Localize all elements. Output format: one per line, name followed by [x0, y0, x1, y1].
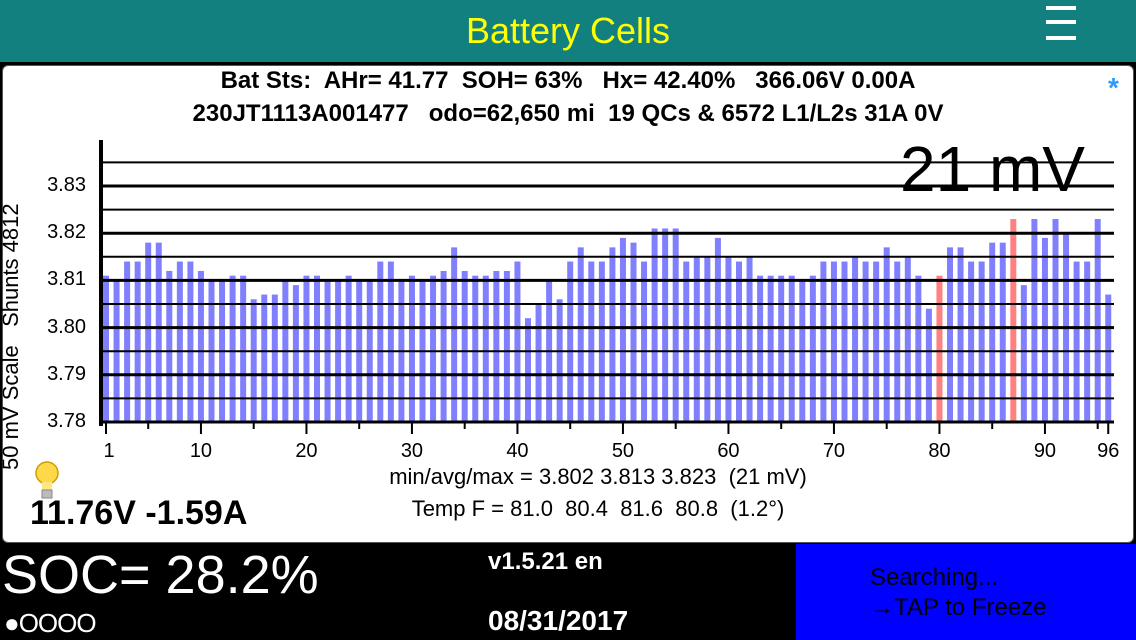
bar-cell-88	[1020, 285, 1027, 422]
y-tick-label: 3.81	[47, 268, 86, 291]
bar-cell-37	[482, 275, 489, 422]
bar-cell-59	[714, 237, 721, 422]
x-tick-label: 20	[295, 440, 318, 462]
bar-cell-24	[345, 275, 352, 422]
y-tick-label: 3.80	[47, 315, 86, 338]
x-tick-label: 10	[189, 440, 213, 462]
bar-cell-85	[989, 242, 996, 422]
x-tick-label: 1	[103, 440, 115, 462]
bar-cell-78	[915, 275, 922, 422]
y-tick-label: 3.82	[47, 221, 86, 244]
aux-battery-readout: 11.76V -1.59A	[30, 494, 248, 532]
bar-cell-65	[778, 275, 785, 422]
bar-cell-50	[619, 237, 626, 422]
tap-to-freeze-button[interactable]: Searching... →TAP to Freeze	[796, 544, 1136, 640]
x-tick-label: 40	[506, 440, 529, 462]
min-avg-max: min/avg/max = 3.802 3.813 3.823 (21 mV)	[389, 464, 807, 489]
bar-cell-80	[936, 275, 943, 422]
bar-cell-68	[809, 275, 816, 422]
bar-cell-49	[609, 247, 616, 422]
bar-cell-20	[303, 275, 310, 422]
x-tick-label: 80	[928, 440, 951, 462]
bar-cell-16	[261, 294, 268, 422]
bar-cell-32	[430, 275, 437, 422]
bar-cell-6	[155, 242, 162, 422]
bar-cell-13	[229, 275, 236, 422]
voltage-spread-label: 21 mV	[900, 133, 1085, 205]
bar-cell-91	[1052, 219, 1059, 422]
soc-readout: SOC= 28.2%	[2, 545, 319, 605]
bar-cell-63	[757, 275, 764, 422]
bar-cell-42	[535, 304, 542, 422]
bar-cell-17	[271, 294, 278, 422]
bar-cell-51	[630, 242, 637, 422]
x-tick-label: 30	[400, 440, 424, 462]
bar-cell-19	[292, 285, 299, 422]
bar-cell-90	[1041, 237, 1048, 422]
bar-cell-21	[314, 275, 320, 422]
bar-cell-1	[103, 275, 109, 422]
bar-cell-66	[788, 275, 795, 422]
bar-cell-86	[999, 242, 1006, 422]
bar-cell-82	[957, 247, 964, 422]
bar-cell-75	[883, 247, 890, 422]
bar-cell-89	[1031, 219, 1038, 422]
status-searching: Searching...	[870, 564, 999, 591]
bar-cell-87	[1010, 219, 1017, 422]
y-tick-label: 3.83	[47, 174, 86, 196]
bar-cell-34	[451, 247, 458, 422]
bar-cell-46	[577, 247, 584, 422]
y-tick-label: 3.79	[47, 362, 86, 385]
x-tick-label: 90	[1033, 440, 1057, 462]
bar-cell-95	[1094, 219, 1101, 422]
x-tick-label: 60	[717, 440, 740, 462]
bar-cell-15	[250, 299, 257, 422]
bar-cell-81	[947, 247, 953, 422]
bar-cell-96	[1105, 294, 1112, 422]
bar-cell-30	[408, 275, 415, 422]
bar-cell-64	[767, 275, 774, 422]
bar-cell-79	[925, 308, 932, 422]
status-tap-hint: →TAP to Freeze	[870, 594, 1047, 621]
y-tick-label: 3.78	[47, 410, 86, 432]
x-tick-label: 96	[1097, 440, 1120, 462]
y-axis-label: 50 mV Scale Shunts 4812	[0, 203, 23, 470]
bar-cell-41	[525, 318, 531, 422]
bar-cell-5	[145, 242, 152, 422]
page-indicator[interactable]: ●OOOO	[4, 608, 97, 639]
bar-cell-14	[240, 275, 247, 422]
x-tick-label: 70	[822, 440, 846, 462]
x-tick-label: 50	[611, 440, 635, 462]
bar-cell-44	[556, 299, 563, 422]
date-label: 08/31/2017	[488, 605, 629, 636]
version-label: v1.5.21 en	[488, 548, 603, 575]
bar-cell-36	[472, 275, 479, 422]
